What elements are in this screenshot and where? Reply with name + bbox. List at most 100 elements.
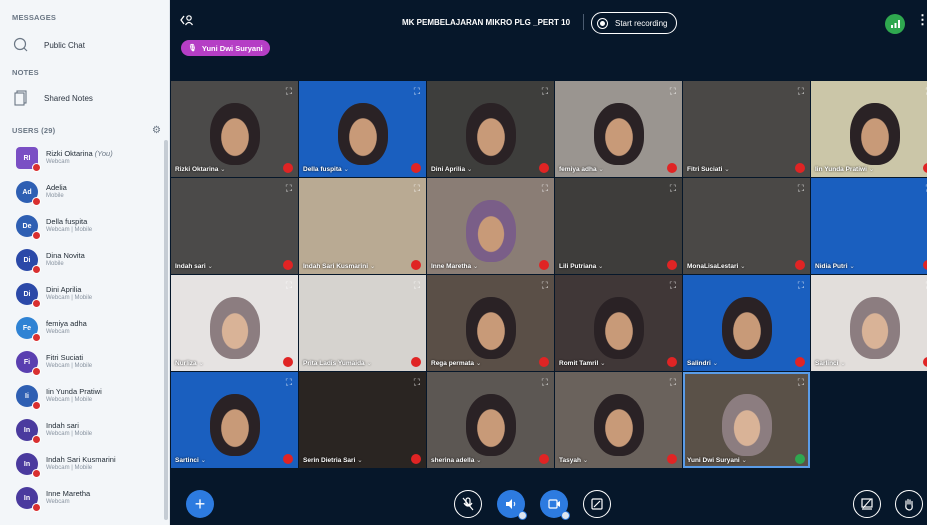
user-list-item[interactable]: In Indah sari Webcam | Mobile bbox=[0, 413, 169, 447]
video-tile[interactable]: ⛶ Romit Tamril ⌄ bbox=[555, 275, 682, 371]
participant-name[interactable]: Fitri Suciati ⌄ bbox=[687, 165, 730, 173]
chevron-down-icon: ⌄ bbox=[472, 263, 479, 270]
participant-name[interactable]: femiya adha ⌄ bbox=[559, 165, 604, 173]
participant-name[interactable]: Romit Tamril ⌄ bbox=[559, 359, 606, 367]
video-tile[interactable]: ⛶ Rega permata ⌄ bbox=[427, 275, 554, 371]
video-tile[interactable]: ⛶ Lili Putriana ⌄ bbox=[555, 178, 682, 274]
participant-name[interactable]: Inne Maretha ⌄ bbox=[431, 262, 478, 270]
video-tile[interactable]: ⛶ Yuni Dwi Suryani ⌄ bbox=[683, 372, 810, 468]
fullscreen-icon[interactable]: ⛶ bbox=[798, 183, 804, 194]
participant-name[interactable]: Tasyah ⌄ bbox=[559, 456, 588, 464]
sidebar-scrollbar[interactable] bbox=[164, 140, 168, 520]
participant-video bbox=[849, 103, 900, 165]
user-list-item[interactable]: De Della fuspita Webcam | Mobile bbox=[0, 209, 169, 243]
user-list-item[interactable]: In Inne Maretha Webcam bbox=[0, 481, 169, 515]
presenter-badge[interactable]: 🎙 Yuni Dwi Suryani bbox=[181, 40, 270, 56]
fullscreen-icon[interactable]: ⛶ bbox=[670, 377, 676, 388]
mute-microphone-button[interactable] bbox=[454, 490, 482, 518]
audio-settings-indicator[interactable] bbox=[518, 511, 527, 520]
video-tile[interactable]: ⛶ Prita Ladis Yumaida ⌄ bbox=[299, 275, 426, 371]
fullscreen-icon[interactable]: ⛶ bbox=[414, 86, 420, 97]
microphone-off-icon bbox=[462, 497, 474, 511]
user-list-item[interactable]: Fi Fitri Suciati Webcam | Mobile bbox=[0, 345, 169, 379]
video-tile[interactable]: ⛶ Inne Maretha ⌄ bbox=[427, 178, 554, 274]
fullscreen-icon[interactable]: ⛶ bbox=[542, 86, 548, 97]
gear-icon[interactable]: ⚙ bbox=[152, 125, 161, 136]
participant-name[interactable]: Salindri ⌄ bbox=[687, 359, 718, 367]
user-list-item[interactable]: Ii Iin Yunda Pratiwi Webcam | Mobile bbox=[0, 379, 169, 413]
video-settings-indicator[interactable] bbox=[561, 511, 570, 520]
participant-name[interactable]: Sarlinci ⌄ bbox=[815, 359, 846, 367]
user-list-item[interactable]: Fe femiya adha Webcam bbox=[0, 311, 169, 345]
fullscreen-icon[interactable]: ⛶ bbox=[414, 280, 420, 291]
participant-name[interactable]: Rega permata ⌄ bbox=[431, 359, 481, 367]
avatar-initials: Ii bbox=[25, 392, 29, 400]
more-options-icon[interactable]: ⋮ bbox=[916, 12, 927, 28]
video-tile[interactable]: ⛶ Salindri ⌄ bbox=[683, 275, 810, 371]
user-list-item[interactable]: Di Dini Aprilia Webcam | Mobile bbox=[0, 277, 169, 311]
participant-name[interactable]: Della fuspita ⌄ bbox=[303, 165, 349, 173]
add-action-button[interactable]: + bbox=[186, 490, 214, 518]
video-tile[interactable]: ⛶ Dini Aprilia ⌄ bbox=[427, 81, 554, 177]
participant-name[interactable]: Rizki Oktarina ⌄ bbox=[175, 165, 226, 173]
audio-button[interactable] bbox=[497, 490, 527, 520]
fullscreen-icon[interactable]: ⛶ bbox=[542, 377, 548, 388]
video-tile[interactable]: ⛶ Indah sari ⌄ bbox=[171, 178, 298, 274]
video-button[interactable] bbox=[540, 490, 570, 520]
muted-icon bbox=[667, 260, 677, 270]
video-tile[interactable]: ⛶ Sarlinci ⌄ bbox=[811, 275, 927, 371]
participant-name[interactable]: Nidia Putri ⌄ bbox=[815, 262, 855, 270]
video-tile[interactable]: ⛶ MonaLisaLestari ⌄ bbox=[683, 178, 810, 274]
user-list-item[interactable]: In Indah Sari Kusmarini Webcam | Mobile bbox=[0, 447, 169, 481]
raise-hand-button[interactable] bbox=[895, 490, 923, 518]
fullscreen-icon[interactable]: ⛶ bbox=[670, 86, 676, 97]
video-tile[interactable]: ⛶ sherina adella ⌄ bbox=[427, 372, 554, 468]
fullscreen-icon[interactable]: ⛶ bbox=[670, 183, 676, 194]
user-list-item[interactable]: Ad Adelia Mobile bbox=[0, 175, 169, 209]
video-tile[interactable]: ⛶ Indah Sari Kusmarini ⌄ bbox=[299, 178, 426, 274]
participant-name[interactable]: Yuni Dwi Suryani ⌄ bbox=[687, 456, 747, 464]
fullscreen-icon[interactable]: ⛶ bbox=[414, 183, 420, 194]
video-tile[interactable]: ⛶ Tasyah ⌄ bbox=[555, 372, 682, 468]
signal-icon[interactable] bbox=[885, 14, 905, 34]
participant-name[interactable]: Indah Sari Kusmarini ⌄ bbox=[303, 262, 375, 270]
fullscreen-icon[interactable]: ⛶ bbox=[286, 377, 292, 388]
fullscreen-icon[interactable]: ⛶ bbox=[286, 86, 292, 97]
video-tile[interactable]: ⛶ Nurliza ⌄ bbox=[171, 275, 298, 371]
screen-share-button[interactable] bbox=[583, 490, 611, 518]
fullscreen-icon[interactable]: ⛶ bbox=[542, 183, 548, 194]
participant-name[interactable]: Dini Aprilia ⌄ bbox=[431, 165, 472, 173]
participant-name[interactable]: Prita Ladis Yumaida ⌄ bbox=[303, 359, 372, 367]
shared-notes-item[interactable]: Shared Notes bbox=[0, 81, 169, 115]
video-tile[interactable]: ⛶ Sartinci ⌄ bbox=[171, 372, 298, 468]
participant-name[interactable]: Nurliza ⌄ bbox=[175, 359, 204, 367]
user-list-item[interactable]: Di Dina Novita Mobile bbox=[0, 243, 169, 277]
participant-name[interactable]: Sartinci ⌄ bbox=[175, 456, 206, 464]
fullscreen-icon[interactable]: ⛶ bbox=[286, 280, 292, 291]
fullscreen-icon[interactable]: ⛶ bbox=[798, 86, 804, 97]
fullscreen-icon[interactable]: ⛶ bbox=[798, 377, 804, 388]
participant-name[interactable]: MonaLisaLestari ⌄ bbox=[687, 262, 746, 270]
layout-button[interactable] bbox=[853, 490, 881, 518]
video-tile[interactable]: ⛶ Fitri Suciati ⌄ bbox=[683, 81, 810, 177]
participant-name[interactable]: Lili Putriana ⌄ bbox=[559, 262, 603, 270]
video-tile[interactable]: ⛶ Iin Yunda Pratiwi ⌄ bbox=[811, 81, 927, 177]
video-tile[interactable]: ⛶ Nidia Putri ⌄ bbox=[811, 178, 927, 274]
public-chat-item[interactable]: Public Chat bbox=[0, 28, 169, 62]
participant-name[interactable]: Indah sari ⌄ bbox=[175, 262, 213, 270]
video-tile[interactable]: ⛶ femiya adha ⌄ bbox=[555, 81, 682, 177]
fullscreen-icon[interactable]: ⛶ bbox=[670, 280, 676, 291]
user-list-item[interactable]: RI Rizki Oktarina (You) Webcam bbox=[0, 141, 169, 175]
start-recording-button[interactable]: Start recording bbox=[591, 12, 677, 34]
participant-name[interactable]: sherina adella ⌄ bbox=[431, 456, 482, 464]
video-tile[interactable]: ⛶ Della fuspita ⌄ bbox=[299, 81, 426, 177]
fullscreen-icon[interactable]: ⛶ bbox=[542, 280, 548, 291]
users-toggle-icon[interactable] bbox=[180, 14, 194, 29]
fullscreen-icon[interactable]: ⛶ bbox=[286, 183, 292, 194]
fullscreen-icon[interactable]: ⛶ bbox=[798, 280, 804, 291]
fullscreen-icon[interactable]: ⛶ bbox=[414, 377, 420, 388]
participant-name[interactable]: Serin Dietria Sari ⌄ bbox=[303, 456, 363, 464]
participant-name[interactable]: Iin Yunda Pratiwi ⌄ bbox=[815, 165, 874, 173]
video-tile[interactable]: ⛶ Rizki Oktarina ⌄ bbox=[171, 81, 298, 177]
video-tile[interactable]: ⛶ Serin Dietria Sari ⌄ bbox=[299, 372, 426, 468]
